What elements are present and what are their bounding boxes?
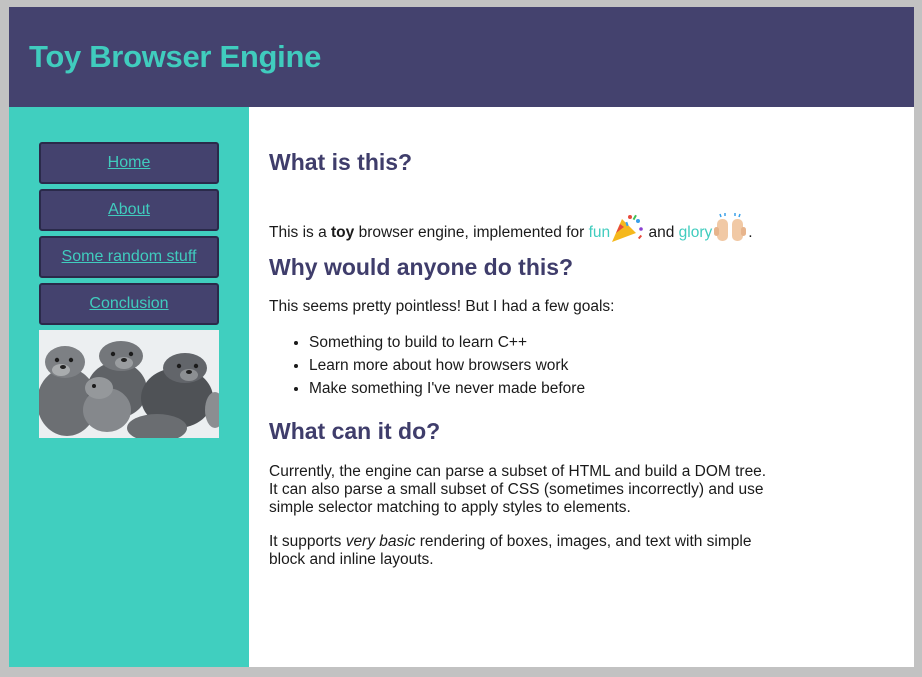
goals-intro: This seems pretty pointless! But I had a… [269, 298, 615, 315]
heading-what-can-it-do: What can it do? [269, 418, 441, 444]
goals-list: Something to build to learn C++ Learn mo… [269, 331, 585, 400]
site-title: Toy Browser Engine [29, 39, 322, 74]
intro-bold-toy: toy [331, 224, 355, 241]
intro-text-start: This is a [269, 224, 332, 241]
nav-link-random-stuff[interactable]: Some random stuff [62, 248, 197, 266]
otters-image [39, 330, 219, 438]
nav-link-conclusion[interactable]: Conclusion [89, 295, 168, 313]
sidebar: Home About Some random stuff Conclusion [9, 107, 249, 667]
list-item: Something to build to learn C++ [309, 331, 585, 354]
heading-why: Why would anyone do this? [269, 254, 574, 280]
intro-paragraph: This is a toy browser engine, implemente… [269, 213, 779, 248]
intro-text-mid: browser engine, implemented for [354, 224, 589, 241]
link-fun[interactable]: fun [589, 224, 611, 241]
raising-hands-icon [712, 213, 748, 248]
rendering-emphasis: very basic [345, 533, 416, 550]
rendering-paragraph: It supports very basic rendering of boxe… [269, 533, 779, 569]
nav-item-about[interactable]: About [39, 189, 219, 231]
intro-text-end: . [748, 224, 753, 241]
list-item: Make something I've never made before [309, 377, 585, 400]
heading-what-is-this: What is this? [269, 149, 413, 175]
party-popper-icon [610, 213, 644, 248]
nav-item-conclusion[interactable]: Conclusion [39, 283, 219, 325]
rendering-text-start: It supports [269, 533, 346, 550]
capabilities-paragraph: Currently, the engine can parse a subset… [269, 463, 767, 516]
nav-link-about[interactable]: About [108, 201, 150, 219]
page-header: Toy Browser Engine [9, 7, 914, 107]
page-frame: Toy Browser Engine Home About Some rando… [9, 7, 914, 667]
link-glory[interactable]: glory [679, 224, 713, 241]
nav-link-home[interactable]: Home [108, 154, 151, 172]
nav-item-random-stuff[interactable]: Some random stuff [39, 236, 219, 278]
nav-item-home[interactable]: Home [39, 142, 219, 184]
list-item: Learn more about how browsers work [309, 354, 585, 377]
intro-text-and: and [644, 224, 679, 241]
